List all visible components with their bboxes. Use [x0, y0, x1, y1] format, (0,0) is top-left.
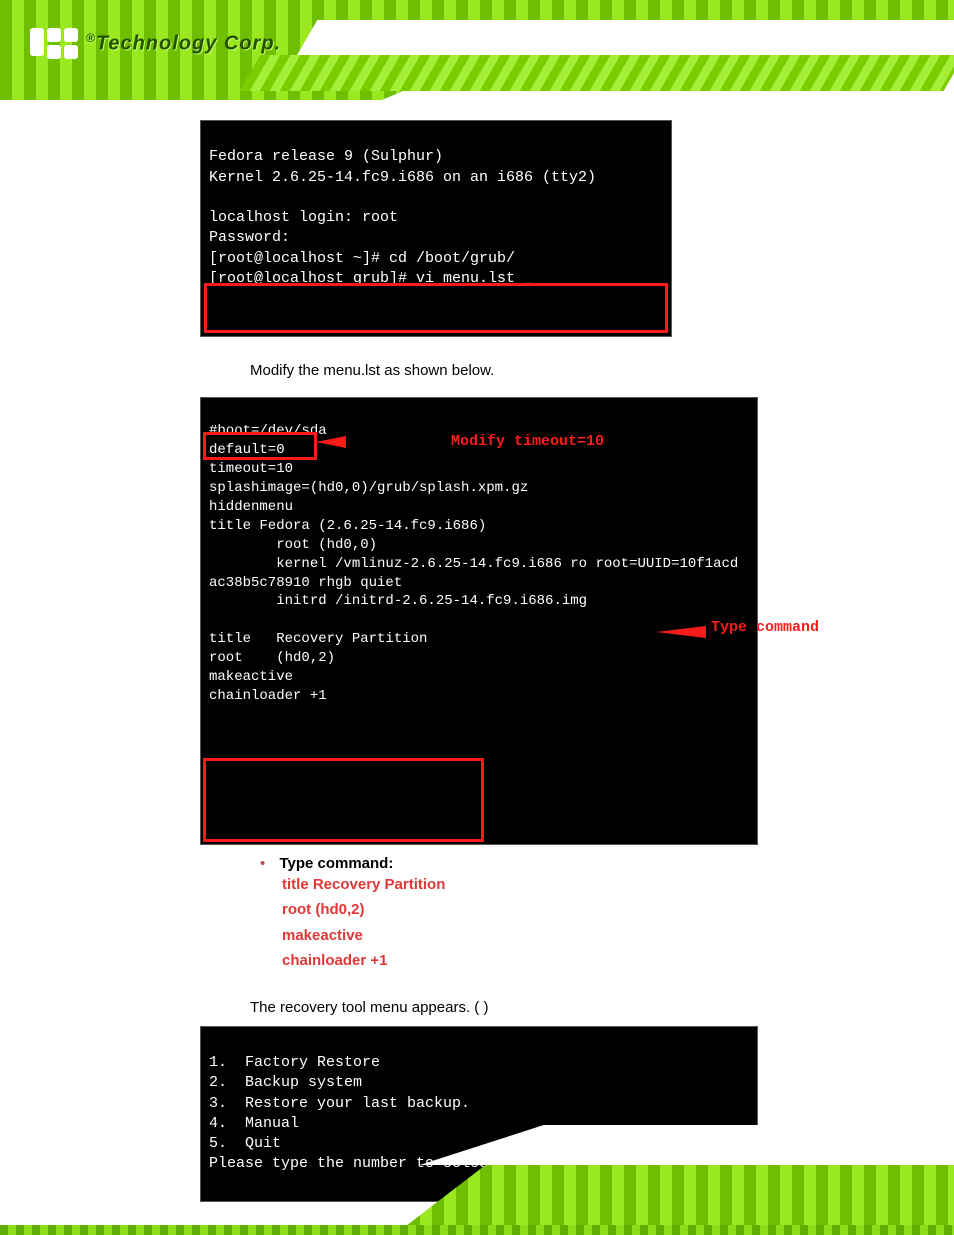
term2-l4: splashimage=(hd0,0)/grub/splash.xpm.gz	[209, 480, 528, 496]
highlight-box-1	[204, 283, 668, 333]
header-strip-2	[240, 55, 954, 91]
brand-logo: ®Technology Corp.	[30, 28, 281, 59]
term3-l1: 1. Factory Restore	[209, 1054, 380, 1071]
term2-l10: initrd /initrd-2.6.25-14.fc9.i686.img	[209, 593, 587, 609]
term1-l7: [root@localhost grub]# vi menu.lst _	[209, 270, 533, 287]
paragraph-modify: Modify the menu.lst as shown below.	[250, 362, 894, 379]
logo-icon	[30, 28, 78, 59]
term1-l2: Kernel 2.6.25-14.fc9.i686 on an i686 (tt…	[209, 169, 596, 186]
cmd-line-1: title Recovery Partition	[282, 872, 894, 898]
term3-l5: 5. Quit	[209, 1135, 281, 1152]
terminal-menulst: #boot=/dev/sda default=0 timeout=10 spla…	[200, 397, 758, 845]
cmd-line-4: chainloader +1	[282, 948, 894, 974]
brand-name: Technology Corp.	[96, 33, 281, 55]
highlight-box-partition	[203, 758, 484, 842]
term2-l8: kernel /vmlinuz-2.6.25-14.fc9.i686 ro ro…	[209, 556, 738, 572]
terminal-login: Fedora release 9 (Sulphur) Kernel 2.6.25…	[200, 120, 672, 337]
term1-l6: [root@localhost ~]# cd /boot/grub/	[209, 250, 515, 267]
term1-l4: localhost login: root	[209, 209, 398, 226]
paragraph-recovery: The recovery tool menu appears. ( )	[250, 999, 894, 1016]
term2-l6: title Fedora (2.6.25-14.fc9.i686)	[209, 518, 486, 534]
type-command-block: • Type command: title Recovery Partition…	[200, 855, 894, 974]
term2-l3: timeout=10	[209, 461, 293, 477]
term1-l5: Password:	[209, 229, 290, 246]
term3-l4: 4. Manual	[209, 1115, 299, 1132]
term3-l3: 3. Restore your last backup.	[209, 1095, 470, 1112]
term2-l12: title Recovery Partition	[209, 631, 427, 647]
footer-strip-2	[0, 1225, 954, 1235]
term3-l2: 2. Backup system	[209, 1074, 362, 1091]
term2-l13: root (hd0,2)	[209, 650, 335, 666]
term1-l1: Fedora release 9 (Sulphur)	[209, 148, 443, 165]
type-command-label: Type command:	[279, 855, 393, 872]
bullet-icon: •	[260, 855, 265, 872]
term2-l14: makeactive	[209, 669, 293, 685]
term2-l9: ac38b5c78910 rhgb quiet	[209, 575, 402, 591]
brand-reg: ®	[86, 31, 96, 45]
term2-l1: #boot=/dev/sda	[209, 423, 327, 439]
cmd-line-3: makeactive	[282, 923, 894, 949]
arrow-icon	[656, 626, 706, 638]
term2-l5: hiddenmenu	[209, 499, 293, 515]
arrow-icon	[316, 436, 346, 448]
term2-l15: chainloader +1	[209, 688, 327, 704]
term2-l7: root (hd0,0)	[209, 537, 377, 553]
term2-l2: default=0	[209, 442, 285, 458]
annotation-command: Type command	[711, 618, 819, 638]
brand-text: ®Technology Corp.	[86, 31, 281, 56]
annotation-timeout: Modify timeout=10	[451, 432, 604, 452]
cmd-line-2: root (hd0,2)	[282, 897, 894, 923]
